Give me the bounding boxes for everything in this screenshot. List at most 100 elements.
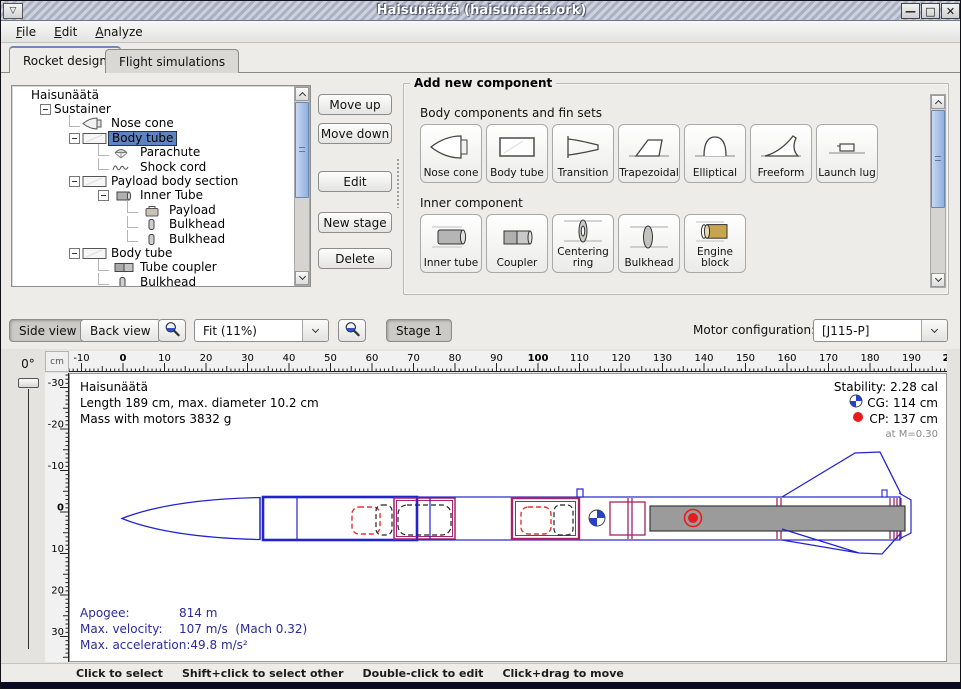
components-scroll-thumb[interactable] xyxy=(931,110,945,208)
tree-connector xyxy=(98,144,109,156)
launch-lug-outline[interactable] xyxy=(577,489,583,497)
new-stage-button[interactable]: New stage xyxy=(318,212,392,233)
add-centering-ring-button[interactable]: Centering ring xyxy=(552,214,614,273)
stage-1-toggle[interactable]: Stage 1 xyxy=(386,319,452,342)
motor-configuration-select[interactable]: [J115-P] xyxy=(813,319,948,342)
minimize-icon[interactable]: — xyxy=(901,3,920,19)
add-trapezoidal-button[interactable]: Trapezoidal xyxy=(618,124,680,183)
tree-item-label[interactable]: Sustainer xyxy=(51,103,114,116)
tree-item-label[interactable]: Nose cone xyxy=(108,117,177,130)
tree-item-bulkhead[interactable]: Bulkhead xyxy=(12,218,294,232)
zoom-level-select[interactable]: Fit (11%) xyxy=(194,319,329,342)
tree-item-body-tube[interactable]: Body tube xyxy=(12,246,294,260)
tree-item-label[interactable]: Bulkhead xyxy=(166,233,228,246)
tree-item-parachute[interactable]: Parachute xyxy=(12,146,294,160)
tree-item-bulkhead[interactable]: Bulkhead xyxy=(12,275,294,287)
tree-item-bulkhead[interactable]: Bulkhead xyxy=(12,232,294,246)
add-engine-block-button[interactable]: Engine block xyxy=(684,214,746,273)
tree-item-label[interactable]: Bulkhead xyxy=(166,218,228,231)
component-tree[interactable]: HaisunäätäSustainerNose coneBody tubePar… xyxy=(11,85,311,287)
pane-splitter[interactable] xyxy=(396,158,401,208)
inner-tube-outline[interactable] xyxy=(394,498,455,539)
scroll-down-icon[interactable] xyxy=(931,273,945,287)
delete-button[interactable]: Delete xyxy=(318,248,392,269)
tree-item-haisunäätä[interactable]: Haisunäätä xyxy=(12,88,294,102)
move-down-button[interactable]: Move down xyxy=(318,123,392,144)
svg-text:30: 30 xyxy=(241,353,254,364)
close-icon[interactable]: ✕ xyxy=(941,3,960,19)
payload-section-outline[interactable] xyxy=(512,498,579,539)
add-elliptical-button[interactable]: Elliptical xyxy=(684,124,746,183)
tree-item-inner-tube[interactable]: Inner Tube xyxy=(12,189,294,203)
tree-item-shock-cord[interactable]: Shock cord xyxy=(12,160,294,174)
tree-item-payload[interactable]: Payload xyxy=(12,203,294,217)
svg-text:150: 150 xyxy=(736,353,755,364)
maximize-icon[interactable]: □ xyxy=(921,3,940,19)
tree-expand-toggle[interactable] xyxy=(69,176,80,187)
shock-cord-2-outline[interactable] xyxy=(554,505,573,535)
tree-item-label[interactable]: Tube coupler xyxy=(137,261,220,274)
tree-item-label[interactable]: Body tube xyxy=(108,131,177,146)
rocket-mass: Mass with motors 3832 g xyxy=(80,411,319,427)
add-body-tube-button[interactable]: Body tube xyxy=(486,124,548,183)
tree-item-label[interactable]: Parachute xyxy=(137,146,203,159)
tree-item-label[interactable]: Payload xyxy=(166,204,219,217)
add-coupler-button[interactable]: Coupler xyxy=(486,214,548,273)
tree-item-tube-coupler[interactable]: Tube coupler xyxy=(12,261,294,275)
launch-lug-2-outline[interactable] xyxy=(882,490,887,497)
add-launch-lug-button[interactable]: Launch lug xyxy=(816,124,878,183)
menu-edit[interactable]: Edit xyxy=(45,23,86,41)
tree-scroll-thumb[interactable] xyxy=(295,102,309,198)
components-scrollbar[interactable] xyxy=(930,94,946,288)
rotation-slider[interactable] xyxy=(28,389,29,649)
menu-file[interactable]: File xyxy=(7,23,45,41)
tree-item-label[interactable]: Bulkhead xyxy=(137,276,199,287)
tree-expand-toggle[interactable] xyxy=(69,133,80,144)
zoom-in-button[interactable] xyxy=(338,319,366,342)
component-button-label: Coupler xyxy=(497,258,538,269)
tree-item-body-tube[interactable]: Body tube xyxy=(12,131,294,145)
svg-text:110: 110 xyxy=(570,353,589,364)
tab-flight-simulations[interactable]: Flight simulations xyxy=(105,49,239,73)
add-freeform-button[interactable]: Freeform xyxy=(750,124,812,183)
side-view-button[interactable]: Side view xyxy=(9,319,86,342)
tree-expand-toggle[interactable] xyxy=(40,104,51,115)
svg-text:10: 10 xyxy=(51,544,64,555)
tree-expand-toggle[interactable] xyxy=(98,190,109,201)
component-button-label: Engine block xyxy=(685,247,745,269)
scroll-up-icon[interactable] xyxy=(295,87,309,101)
scroll-down-icon[interactable] xyxy=(295,271,309,285)
fin-lower-outline[interactable] xyxy=(782,529,900,554)
parachute-2-outline[interactable] xyxy=(521,507,551,534)
back-view-button[interactable]: Back view xyxy=(80,319,161,342)
move-up-button[interactable]: Move up xyxy=(318,94,392,115)
rocket-canvas[interactable]: Haisunäätä Length 189 cm, max. diameter … xyxy=(69,373,947,662)
scroll-up-icon[interactable] xyxy=(931,95,945,109)
add-bulkhead-button[interactable]: Bulkhead xyxy=(618,214,680,273)
add-transition-button[interactable]: Transition xyxy=(552,124,614,183)
shockcord-icon xyxy=(111,161,137,174)
tree-connector xyxy=(98,259,109,271)
tree-item-label[interactable]: Shock cord xyxy=(137,161,209,174)
add-inner-tube-button[interactable]: Inner tube xyxy=(420,214,482,273)
edit-button[interactable]: Edit xyxy=(318,171,392,192)
tree-item-payload-body-section[interactable]: Payload body section xyxy=(12,174,294,188)
tree-item-nose-cone[interactable]: Nose cone xyxy=(12,117,294,131)
add-nose-cone-button[interactable]: Nose cone xyxy=(420,124,482,183)
centering-ring-outline[interactable] xyxy=(628,498,632,539)
payload-outline[interactable] xyxy=(398,505,451,535)
nose-cone-outline[interactable] xyxy=(122,498,260,540)
tab-row: Rocket design Flight simulations xyxy=(1,43,961,73)
tree-item-sustainer[interactable]: Sustainer xyxy=(12,102,294,116)
tree-scrollbar[interactable] xyxy=(294,86,310,286)
tree-item-label[interactable]: Body tube xyxy=(108,247,175,260)
tree-item-label[interactable]: Haisunäätä xyxy=(28,89,102,102)
zoom-out-button[interactable] xyxy=(158,319,186,342)
rotation-slider-handle[interactable] xyxy=(18,378,39,388)
menu-analyze[interactable]: Analyze xyxy=(86,23,151,41)
title-bar[interactable]: ▽ Haisunäätä (haisunaata.ork) — □ ✕ xyxy=(1,1,961,21)
stability-readout: Stability: 2.28 cal CG: 114 cm CP: 137 c… xyxy=(834,379,938,443)
tree-item-label[interactable]: Payload body section xyxy=(108,175,241,188)
tree-item-label[interactable]: Inner Tube xyxy=(137,189,206,202)
tree-expand-toggle[interactable] xyxy=(69,248,80,259)
